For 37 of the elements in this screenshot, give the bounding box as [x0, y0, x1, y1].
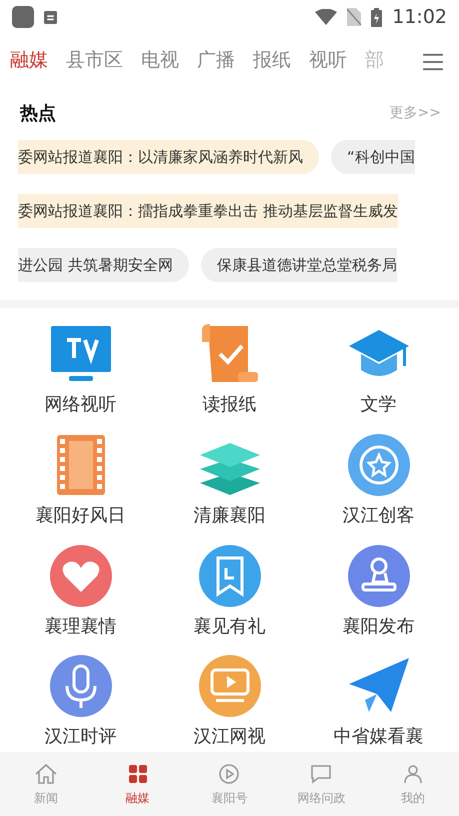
grid-item-label[interactable]: 襄阳发布 [342, 614, 414, 638]
grid-item-label[interactable]: 襄理襄情 [44, 614, 116, 638]
grid-item-label[interactable]: 汉江时评 [44, 724, 116, 748]
stamp-icon[interactable] [346, 544, 410, 608]
news-headline-chip[interactable]: 委网站报道襄阳：擂指成拳重拳出击 推动基层监督生威发 [18, 194, 398, 228]
mic-icon[interactable] [48, 654, 112, 718]
bottom-nav-tab[interactable]: 融媒 [92, 752, 184, 816]
channel-tab[interactable]: 广播 [197, 47, 235, 77]
grid-item-label[interactable]: 襄阳好风日 [36, 502, 126, 527]
app-notification-icon [12, 6, 34, 28]
grid-item-label[interactable]: 文学 [360, 392, 396, 416]
grid-item-label[interactable]: 读报纸 [202, 392, 256, 416]
status-time: 11:02 [392, 6, 447, 28]
no-sim-icon [347, 8, 362, 26]
channel-tab[interactable]: 报纸 [253, 47, 291, 77]
grid-item-label[interactable]: 中省媒看襄 [334, 724, 424, 748]
section-title: 热点 [20, 102, 56, 125]
news-headline-chip[interactable]: 进公园 共筑暑期安全网 [18, 248, 189, 282]
grid-item-label[interactable]: 襄见有礼 [194, 614, 266, 638]
grid-item-label[interactable]: 汉江网视 [194, 724, 266, 748]
channel-tab[interactable]: 县市区 [66, 47, 123, 77]
battery-icon [371, 8, 382, 26]
news-headline-chip[interactable]: 保康县道德讲堂总堂税务局 [200, 248, 397, 282]
bookmark-icon[interactable] [198, 544, 262, 608]
wifi-icon [315, 9, 338, 25]
grid-item-label[interactable]: 清廉襄阳 [194, 502, 266, 527]
video-icon[interactable] [198, 654, 262, 718]
news-headline-chip[interactable]: 委网站报道襄阳：以清廉家风涵养时代新风 [18, 140, 319, 174]
news-headline-chip[interactable]: “科创中国 [331, 140, 415, 174]
menu-icon[interactable] [423, 53, 443, 71]
channel-tab[interactable]: 融媒 [10, 47, 48, 77]
play-icon [217, 762, 242, 786]
channel-tab[interactable]: 视听 [309, 47, 347, 77]
grid-item-label[interactable]: 汉江创客 [342, 502, 414, 527]
home-icon [34, 762, 58, 786]
grid-item-label[interactable]: 网络视听 [44, 392, 116, 416]
channel-tab[interactable]: 电视 [141, 47, 179, 77]
